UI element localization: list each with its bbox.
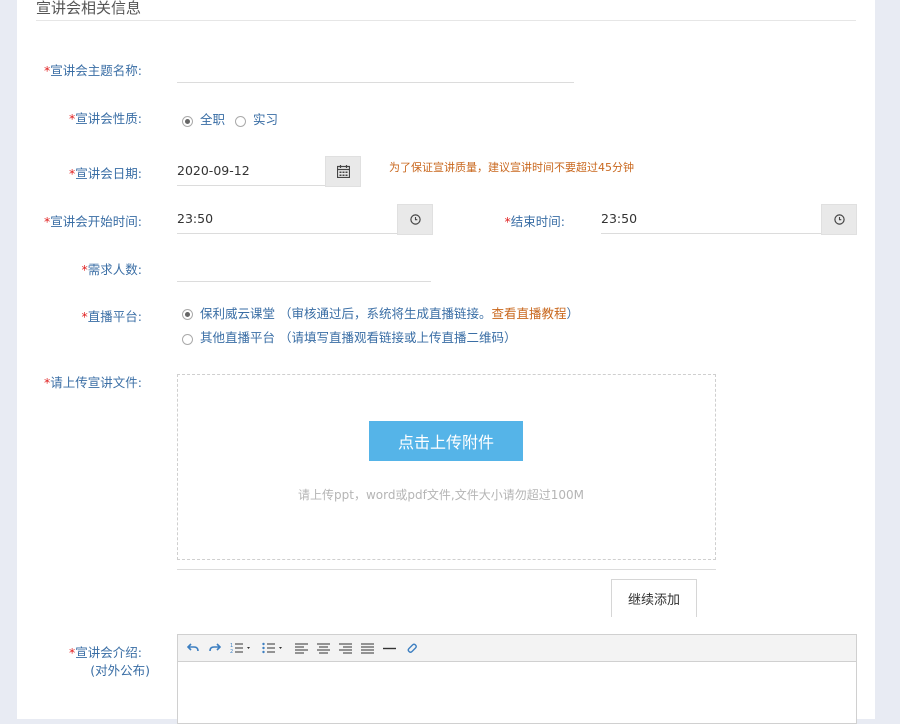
upload-hint: 请上传ppt，word或pdf文件,文件大小请勿超过100M (298, 488, 584, 502)
topic-label: *宣讲会主题名称: (44, 63, 142, 78)
svg-text:2: 2 (230, 649, 233, 654)
platform-polyv-note: （审核通过后，系统将生成直播链接。 (279, 306, 492, 321)
continue-add-button[interactable]: 继续添加 (611, 579, 697, 617)
horizontal-rule-icon[interactable] (380, 639, 398, 657)
end-time-clock-button[interactable] (821, 204, 857, 235)
platform-other-option[interactable]: 其他直播平台 （请填写直播观看链接或上传直播二维码） (200, 327, 517, 346)
date-hint: 为了保证宣讲质量，建议宣讲时间不要超过45分钟 (389, 161, 634, 174)
link-icon[interactable] (402, 639, 420, 657)
section-title: 宣讲会相关信息 (36, 0, 142, 17)
undo-icon[interactable] (184, 639, 202, 657)
align-center-icon[interactable] (314, 639, 332, 657)
intro-rich-editor[interactable]: 12 (177, 634, 857, 724)
headcount-input[interactable] (177, 261, 431, 282)
upload-attachment-button[interactable]: 点击上传附件 (369, 421, 523, 461)
intro-label: *宣讲会介绍: (69, 645, 142, 660)
align-justify-icon[interactable] (358, 639, 376, 657)
platform-polyv-radio[interactable] (182, 309, 193, 320)
date-label: *宣讲会日期: (69, 166, 142, 181)
intro-sublabel: (对外公布) (90, 663, 150, 678)
nature-internship-label[interactable]: 实习 (253, 109, 278, 128)
start-time-label: *宣讲会开始时间: (44, 214, 142, 229)
upload-divider (177, 569, 716, 570)
start-time-input[interactable]: 23:50 (177, 204, 397, 234)
calendar-button[interactable] (325, 156, 361, 187)
platform-polyv-label: 保利威云课堂 (200, 306, 276, 321)
nature-label: *宣讲会性质: (69, 111, 142, 126)
redo-icon[interactable] (206, 639, 224, 657)
nature-internship-radio[interactable] (235, 116, 246, 127)
ordered-list-icon[interactable]: 12 (228, 639, 256, 657)
align-left-icon[interactable] (292, 639, 310, 657)
platform-label: *直播平台: (81, 309, 142, 324)
unordered-list-icon[interactable] (260, 639, 288, 657)
upload-dropzone[interactable] (177, 374, 716, 560)
end-time-input[interactable]: 23:50 (601, 204, 821, 234)
calendar-icon (336, 165, 350, 178)
clock-icon (409, 214, 421, 225)
platform-other-note: （请填写直播观看链接或上传直播二维码） (279, 330, 517, 345)
upload-label: *请上传宣讲文件: (44, 375, 142, 390)
editor-toolbar: 12 (178, 635, 856, 662)
topic-input[interactable] (177, 62, 574, 83)
live-tutorial-link[interactable]: 查看直播教程 (492, 306, 567, 321)
platform-other-label: 其他直播平台 (200, 330, 276, 345)
nature-fulltime-label[interactable]: 全职 (200, 109, 225, 128)
section-divider (36, 20, 856, 21)
align-right-icon[interactable] (336, 639, 354, 657)
headcount-label: *需求人数: (81, 262, 142, 277)
platform-polyv-option[interactable]: 保利威云课堂 （审核通过后，系统将生成直播链接。查看直播教程） (200, 303, 579, 322)
end-time-label: *结束时间: (504, 214, 565, 229)
platform-other-radio[interactable] (182, 334, 193, 345)
nature-fulltime-radio[interactable] (182, 116, 193, 127)
clock-icon (833, 214, 845, 225)
date-input[interactable]: 2020-09-12 (177, 156, 325, 186)
form-panel: 宣讲会相关信息 *宣讲会主题名称: *宣讲会性质: 全职 实习 *宣讲会日期: … (17, 0, 875, 724)
